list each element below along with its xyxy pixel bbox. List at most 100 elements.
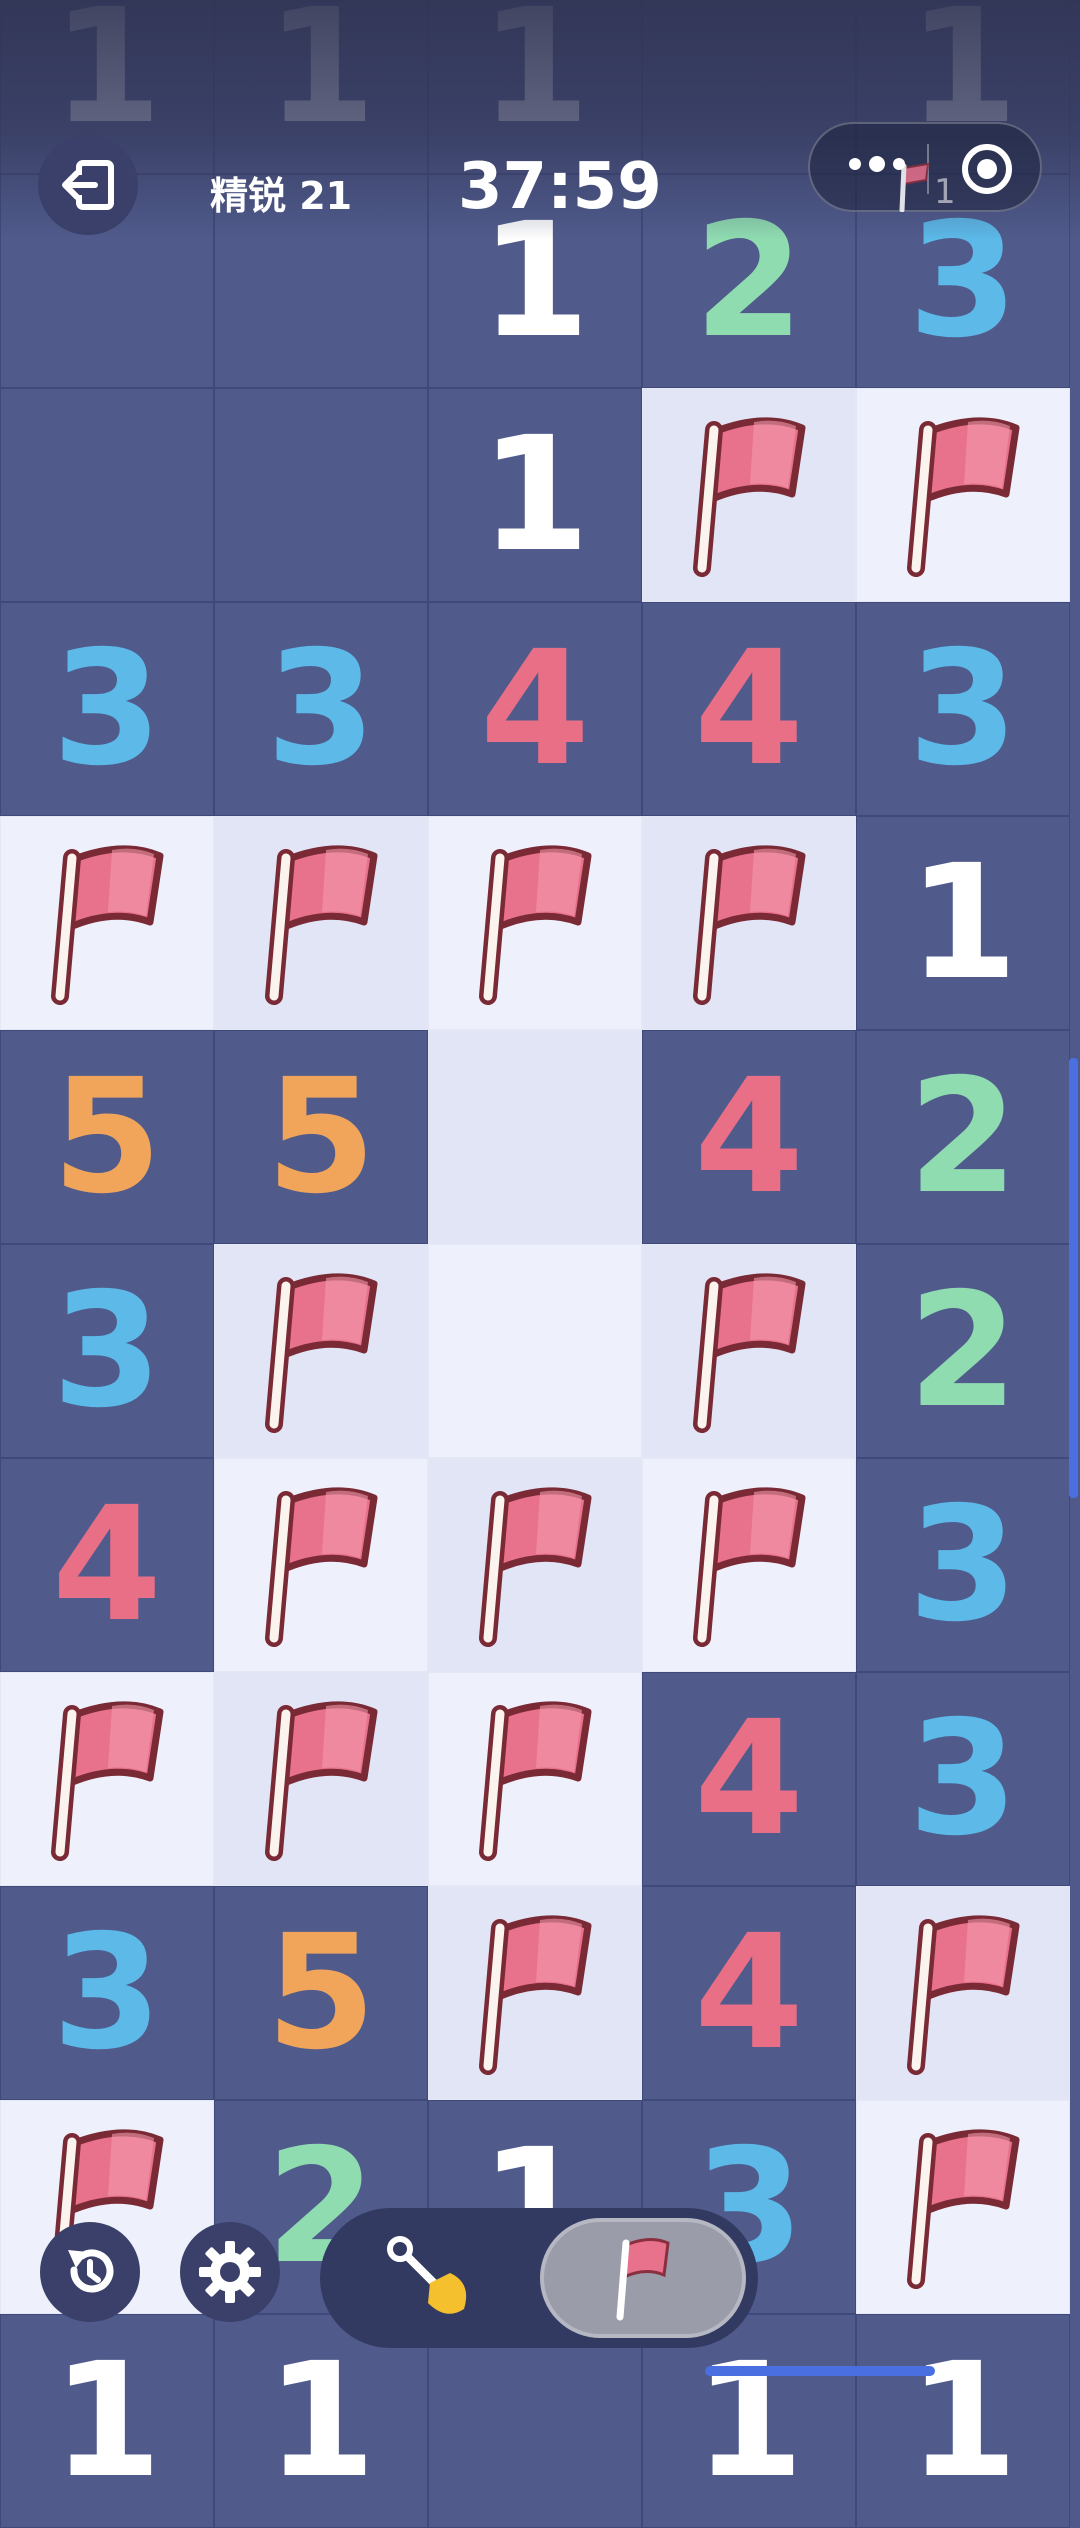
remaining-flags: 1	[898, 162, 958, 222]
cell-number: 1	[908, 831, 1018, 1015]
number-cell[interactable]: 3	[856, 1672, 1070, 1886]
number-cell[interactable]: 4	[642, 1030, 856, 1244]
shovel-icon[interactable]	[380, 2233, 480, 2323]
empty-cell[interactable]	[428, 1244, 642, 1458]
flag-cell[interactable]	[214, 816, 428, 1030]
settings-button[interactable]	[180, 2222, 280, 2322]
exit-icon	[62, 160, 114, 210]
number-cell[interactable]: 4	[642, 1672, 856, 1886]
cell-number: 1	[480, 403, 590, 587]
blank-cell[interactable]	[0, 388, 214, 602]
flag-cell[interactable]	[642, 388, 856, 602]
number-cell[interactable]: 2	[856, 1244, 1070, 1458]
flag-cell[interactable]	[214, 1672, 428, 1886]
restart-icon	[68, 2249, 114, 2293]
flag-cell[interactable]	[0, 816, 214, 1030]
home-indicator	[705, 2366, 935, 2376]
flag-cell[interactable]	[428, 1886, 642, 2100]
level-label: 精锐 21	[210, 174, 353, 218]
scrollbar[interactable]	[1069, 1058, 1078, 1498]
mode-toggle[interactable]	[320, 2208, 758, 2348]
cell-number: 3	[52, 1259, 162, 1443]
flag-icon	[616, 2238, 670, 2321]
flag-cell[interactable]	[428, 1458, 642, 1672]
number-cell[interactable]: 3	[0, 1244, 214, 1458]
cell-number: 4	[52, 1473, 162, 1657]
flag-icon	[265, 1273, 378, 1433]
flag-icon	[693, 417, 806, 577]
flag-icon	[907, 2129, 1020, 2289]
number-cell[interactable]: 1	[856, 816, 1070, 1030]
number-cell[interactable]: 4	[642, 1886, 856, 2100]
number-cell[interactable]: 4	[642, 602, 856, 816]
number-cell[interactable]: 5	[0, 1030, 214, 1244]
flag-icon	[479, 1487, 592, 1647]
flag-icon	[907, 417, 1020, 577]
flag-icon	[51, 845, 164, 1005]
cell-number: 3	[908, 1473, 1018, 1657]
flag-cell[interactable]	[214, 1244, 428, 1458]
flag-cell[interactable]	[428, 1672, 642, 1886]
target-icon[interactable]	[960, 142, 1014, 196]
cell-number: 2	[908, 1259, 1018, 1443]
flag-cell[interactable]	[856, 388, 1070, 602]
flag-cell[interactable]	[856, 2100, 1070, 2314]
gear-icon	[199, 2241, 261, 2303]
flag-mode-button[interactable]	[540, 2218, 746, 2338]
number-cell[interactable]: 3	[214, 602, 428, 816]
restart-button[interactable]	[40, 2222, 140, 2322]
timer: 37:59	[458, 150, 662, 224]
number-cell[interactable]: 3	[856, 602, 1070, 816]
cell-number: 4	[694, 617, 804, 801]
cell-number: 3	[266, 617, 376, 801]
cell-number: 4	[694, 1045, 804, 1229]
flag-icon	[265, 845, 378, 1005]
exit-button[interactable]	[38, 135, 138, 235]
number-cell[interactable]: 4	[0, 1458, 214, 1672]
cell-number: 5	[52, 1045, 162, 1229]
number-cell[interactable]: 1	[0, 2314, 214, 2528]
cell-number: 1	[52, 2329, 162, 2513]
cell-number: 4	[694, 1901, 804, 2085]
flag-icon	[693, 1487, 806, 1647]
number-cell[interactable]: 3	[0, 1886, 214, 2100]
number-cell[interactable]: 3	[856, 1458, 1070, 1672]
number-cell[interactable]: 1	[856, 2314, 1070, 2528]
cell-number: 3	[52, 1901, 162, 2085]
cell-number: 3	[908, 1687, 1018, 1871]
cell-number: 4	[480, 617, 590, 801]
empty-cell[interactable]	[428, 1030, 642, 1244]
flag-icon	[265, 1487, 378, 1647]
flag-icon	[907, 1915, 1020, 2075]
flag-icon	[479, 1915, 592, 2075]
flag-cell[interactable]	[642, 1244, 856, 1458]
flag-cell[interactable]	[0, 1672, 214, 1886]
cell-number: 3	[908, 617, 1018, 801]
flag-icon	[693, 845, 806, 1005]
number-cell[interactable]: 3	[0, 602, 214, 816]
flag-cell[interactable]	[428, 816, 642, 1030]
flag-cell[interactable]	[214, 1458, 428, 1672]
number-cell[interactable]: 5	[214, 1030, 428, 1244]
flag-cell[interactable]	[856, 1886, 1070, 2100]
cell-number: 4	[694, 1687, 804, 1871]
flag-icon	[479, 845, 592, 1005]
cell-number: 1	[266, 2329, 376, 2513]
cell-number: 5	[266, 1901, 376, 2085]
flag-cell[interactable]	[642, 816, 856, 1030]
flag-icon	[479, 1701, 592, 1861]
number-cell[interactable]: 1	[428, 388, 642, 602]
cell-number: 5	[266, 1045, 376, 1229]
cell-number: 2	[908, 1045, 1018, 1229]
flag-cell[interactable]	[642, 1458, 856, 1672]
number-cell[interactable]: 5	[214, 1886, 428, 2100]
flag-icon	[51, 1701, 164, 1861]
blank-cell[interactable]	[214, 388, 428, 602]
flag-icon	[899, 162, 930, 212]
remaining-flags-count: 1	[934, 172, 956, 212]
flag-icon	[693, 1273, 806, 1433]
top-bar: 精锐 21 37:59 1	[0, 0, 1080, 240]
number-cell[interactable]: 4	[428, 602, 642, 816]
number-cell[interactable]: 2	[856, 1030, 1070, 1244]
cell-number: 3	[52, 617, 162, 801]
